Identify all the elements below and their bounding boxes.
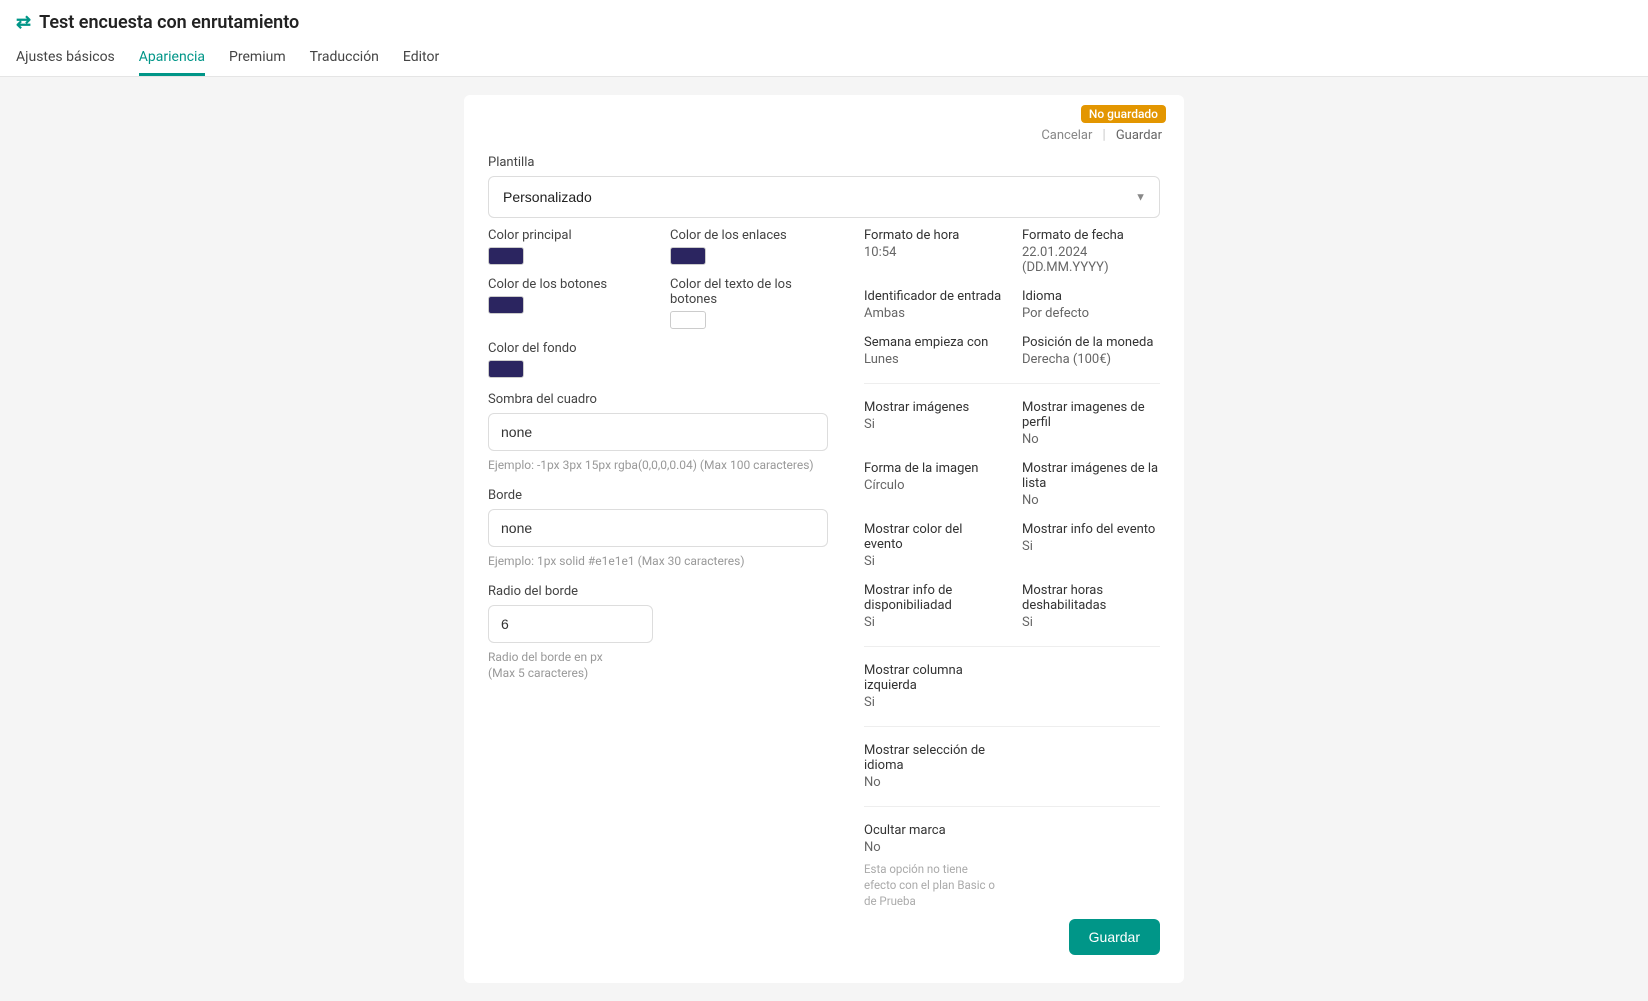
info-hide-brand[interactable]: Ocultar marca No Esta opción no tiene ef… xyxy=(864,823,1002,909)
color-link-label: Color de los enlaces xyxy=(670,228,828,243)
unsaved-badge: No guardado xyxy=(1081,105,1166,123)
info-time-format[interactable]: Formato de hora 10:54 xyxy=(864,228,1002,275)
tab-basic-settings[interactable]: Ajustes básicos xyxy=(16,41,115,76)
radius-input[interactable] xyxy=(488,605,653,643)
shadow-label: Sombra del cuadro xyxy=(488,392,828,407)
color-button-text-label: Color del texto de los botones xyxy=(670,277,828,307)
tab-appearance[interactable]: Apariencia xyxy=(139,41,205,76)
shadow-help: Ejemplo: -1px 3px 15px rgba(0,0,0,0.04) … xyxy=(488,457,828,474)
color-button-swatch[interactable] xyxy=(488,296,524,314)
info-show-event-color[interactable]: Mostrar color del evento Si xyxy=(864,522,1002,569)
info-show-list-images[interactable]: Mostrar imágenes de la lista No xyxy=(1022,461,1160,508)
info-show-images[interactable]: Mostrar imágenes Si xyxy=(864,400,1002,447)
tabs: Ajustes básicos Apariencia Premium Tradu… xyxy=(16,41,1632,76)
color-link-swatch[interactable] xyxy=(670,247,706,265)
color-button-text-swatch[interactable] xyxy=(670,311,706,329)
save-button[interactable]: Guardar xyxy=(1069,919,1160,955)
info-show-left-col[interactable]: Mostrar columna izquierda Si xyxy=(864,663,1002,710)
border-help: Ejemplo: 1px solid #e1e1e1 (Max 30 carac… xyxy=(488,553,828,570)
divider xyxy=(864,383,1160,384)
color-button-label: Color de los botones xyxy=(488,277,646,292)
template-select[interactable]: Personalizado xyxy=(488,176,1160,218)
radius-label: Radio del borde xyxy=(488,584,828,599)
color-bg-swatch[interactable] xyxy=(488,360,524,378)
tab-premium[interactable]: Premium xyxy=(229,41,286,76)
swap-icon: ⇄ xyxy=(16,12,31,33)
color-main-label: Color principal xyxy=(488,228,646,243)
info-show-lang-select[interactable]: Mostrar selección de idioma No xyxy=(864,743,1002,790)
divider xyxy=(864,726,1160,727)
info-date-format[interactable]: Formato de fecha 22.01.2024 (DD.MM.YYYY) xyxy=(1022,228,1160,275)
info-show-event-info[interactable]: Mostrar info del evento Si xyxy=(1022,522,1160,569)
color-bg-label: Color del fondo xyxy=(488,341,646,356)
divider xyxy=(864,806,1160,807)
info-currency-pos[interactable]: Posición de la moneda Derecha (100€) xyxy=(1022,335,1160,367)
page-title: Test encuesta con enrutamiento xyxy=(39,12,299,33)
info-image-shape[interactable]: Forma de la imagen Círculo xyxy=(864,461,1002,508)
cancel-link[interactable]: Cancelar xyxy=(1041,128,1092,143)
save-link[interactable]: Guardar xyxy=(1116,128,1162,143)
divider xyxy=(864,646,1160,647)
border-input[interactable] xyxy=(488,509,828,547)
shadow-input[interactable] xyxy=(488,413,828,451)
template-label: Plantilla xyxy=(488,155,1160,170)
info-show-avail-info[interactable]: Mostrar info de disponibiliadad Si xyxy=(864,583,1002,630)
radius-help: Radio del borde en px (Max 5 caracteres) xyxy=(488,649,628,683)
divider: | xyxy=(1102,127,1105,143)
info-entry-id[interactable]: Identificador de entrada Ambas xyxy=(864,289,1002,321)
border-label: Borde xyxy=(488,488,828,503)
info-language[interactable]: Idioma Por defecto xyxy=(1022,289,1160,321)
color-main-swatch[interactable] xyxy=(488,247,524,265)
info-show-profile-images[interactable]: Mostrar imagenes de perfil No xyxy=(1022,400,1160,447)
tab-translation[interactable]: Traducción xyxy=(310,41,379,76)
info-week-start[interactable]: Semana empieza con Lunes xyxy=(864,335,1002,367)
info-show-disabled-hours[interactable]: Mostrar horas deshabilitadas Si xyxy=(1022,583,1160,630)
tab-editor[interactable]: Editor xyxy=(403,41,439,76)
